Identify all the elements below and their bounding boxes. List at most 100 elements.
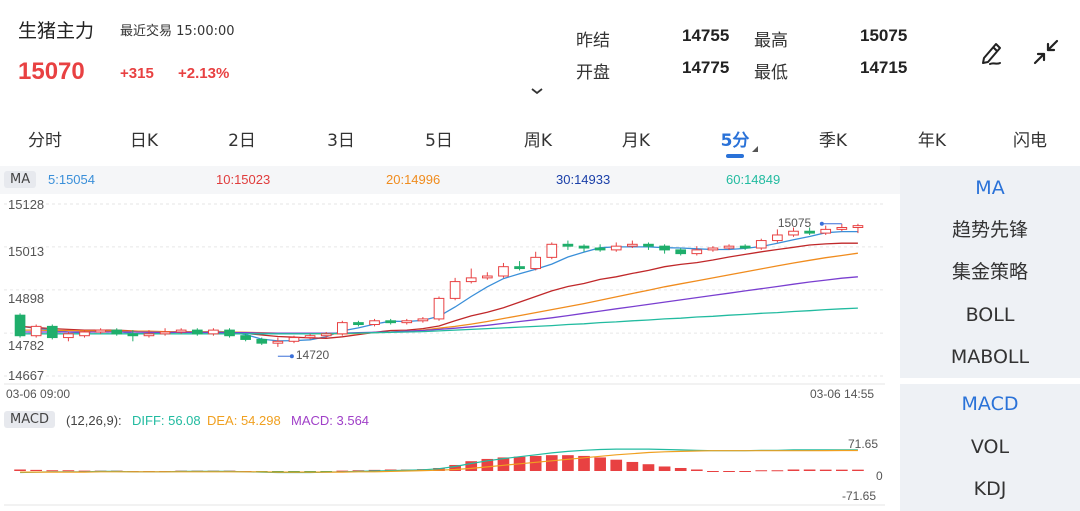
- candle-body: [369, 320, 380, 326]
- tab-flash[interactable]: 闪电: [1013, 126, 1047, 151]
- candle-body: [385, 320, 396, 324]
- candle-body: [175, 329, 187, 333]
- candle-body: [482, 275, 493, 279]
- candle-body: [353, 322, 364, 326]
- y-tick-label: 15013: [8, 244, 45, 259]
- candle-body: [191, 329, 203, 335]
- candle-body: [465, 277, 477, 283]
- candle-body: [449, 281, 461, 299]
- x-end-label: 03-06 14:55: [810, 387, 875, 401]
- macd-bar: [852, 469, 864, 471]
- candle-body: [272, 340, 284, 344]
- candle-body: [256, 338, 268, 344]
- candle-body: [627, 243, 638, 247]
- collapse-icon[interactable]: [1030, 36, 1062, 68]
- draw-pen-icon[interactable]: [976, 36, 1008, 68]
- candle-body: [95, 329, 106, 333]
- indicator-macd[interactable]: MACD: [900, 383, 1080, 425]
- candle-body: [498, 266, 509, 277]
- y-tick-label: 15128: [8, 197, 45, 212]
- macd-bar: [707, 471, 719, 472]
- macd-bar: [545, 455, 558, 471]
- macd-bar: [594, 457, 606, 471]
- macd-diff-value: DIFF: 56.08: [132, 413, 201, 428]
- candle-body: [288, 337, 300, 342]
- candle-body: [320, 333, 332, 337]
- candle-body: [208, 329, 219, 335]
- macd-bar: [674, 467, 687, 471]
- macd-bar: [529, 455, 542, 471]
- indicator-fund-strategy[interactable]: 集金策略: [900, 251, 1080, 293]
- candle-body: [820, 228, 832, 234]
- y-tick-label: 14898: [8, 291, 45, 306]
- macd-bar: [739, 471, 751, 472]
- candle-body: [46, 325, 58, 339]
- y-tick-label: 14667: [8, 368, 45, 383]
- macd-params: (12,26,9):: [66, 413, 122, 428]
- candle-body: [159, 331, 171, 335]
- macd-tick-label: 0: [876, 469, 883, 483]
- low-price-annotation: 14720: [295, 348, 330, 363]
- candle-body: [772, 234, 783, 242]
- macd-bar: [14, 469, 26, 471]
- macd-bar: [723, 471, 735, 472]
- candle-body: [143, 333, 155, 337]
- candle-body: [836, 227, 848, 230]
- macd-bar: [755, 470, 768, 472]
- diff-line: [20, 448, 858, 474]
- candle-body: [530, 256, 542, 270]
- y-tick-label: 14782: [8, 338, 45, 353]
- indicator-vol[interactable]: VOL: [900, 426, 1080, 468]
- candle-body: [79, 331, 90, 337]
- macd-tick-label: 71.65: [848, 437, 879, 451]
- high-price-annotation: 15075: [777, 215, 812, 230]
- indicator-trend-pioneer[interactable]: 趋势先锋: [900, 209, 1080, 251]
- candle-body: [417, 318, 429, 322]
- kline-chart[interactable]: [0, 0, 900, 511]
- macd-macd-value: MACD: 3.564: [291, 413, 370, 428]
- macd-bar: [690, 469, 703, 471]
- candle-body: [707, 247, 719, 251]
- indicator-sidebar: MA 趋势先锋 集金策略 BOLL MABOLL MACD VOL KDJ: [900, 166, 1080, 511]
- macd-bar: [62, 470, 75, 472]
- candle-body: [304, 335, 316, 339]
- macd-bar: [787, 469, 800, 471]
- candle-body: [723, 245, 735, 249]
- tab-yearly-k[interactable]: 年K: [918, 126, 946, 151]
- indicator-kdj[interactable]: KDJ: [900, 468, 1080, 510]
- candle-body: [852, 225, 864, 229]
- ma10-line: [20, 242, 858, 339]
- candle-body: [14, 314, 26, 337]
- macd-dea-value: DEA: 54.298: [207, 413, 281, 428]
- candle-body: [578, 245, 590, 249]
- candle-body: [788, 230, 799, 236]
- candle-body: [804, 230, 815, 234]
- low-marker-dot: [289, 354, 294, 359]
- indicator-boll[interactable]: BOLL: [900, 294, 1080, 336]
- indicator-maboll[interactable]: MABOLL: [900, 336, 1080, 378]
- candle-body: [63, 333, 74, 339]
- macd-legend: MACD (12,26,9): DIFF: 56.08 DEA: 54.298 …: [0, 408, 900, 432]
- candle-body: [562, 243, 574, 247]
- candle-body: [755, 240, 767, 249]
- macd-bar: [658, 466, 671, 471]
- candle-body: [514, 266, 525, 270]
- macd-bar: [46, 470, 59, 472]
- indicator-ma[interactable]: MA: [900, 167, 1080, 209]
- candle-body: [111, 329, 123, 335]
- candle-body: [610, 245, 622, 251]
- x-start-label: 03-06 09:00: [6, 387, 71, 401]
- candle-body: [739, 245, 751, 249]
- candle-body: [546, 243, 558, 258]
- ma20-line: [20, 252, 858, 335]
- macd-bar: [835, 469, 848, 471]
- candle-body: [594, 247, 606, 251]
- macd-badge[interactable]: MACD: [4, 411, 55, 428]
- high-marker-dot: [819, 221, 824, 226]
- macd-bar: [819, 469, 832, 471]
- macd-bar: [30, 469, 43, 471]
- macd-bar: [803, 469, 816, 471]
- candle-body: [433, 297, 445, 320]
- macd-bar: [771, 470, 784, 472]
- candle-body: [691, 249, 703, 255]
